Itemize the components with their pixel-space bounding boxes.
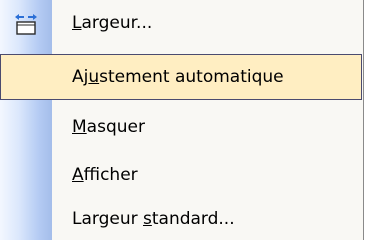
menu-item-ajustement-automatique[interactable]: Ajustement automatique <box>0 54 362 100</box>
menu-item-label: Masquer <box>72 117 145 137</box>
menu-item-label: Ajustement automatique <box>72 67 284 87</box>
menu-item-largeur[interactable]: Largeur... <box>0 0 362 46</box>
context-menu: Largeur... Ajustement automatique Masque… <box>0 0 364 240</box>
menu-item-label: Largeur... <box>72 13 153 33</box>
menu-item-largeur-standard[interactable]: Largeur standard... <box>0 196 362 240</box>
column-width-icon <box>15 14 37 35</box>
menu-item-label: Afficher <box>72 165 138 185</box>
menu-item-afficher[interactable]: Afficher <box>0 152 362 198</box>
menu-item-label: Largeur standard... <box>72 209 235 229</box>
menu-item-masquer[interactable]: Masquer <box>0 104 362 150</box>
